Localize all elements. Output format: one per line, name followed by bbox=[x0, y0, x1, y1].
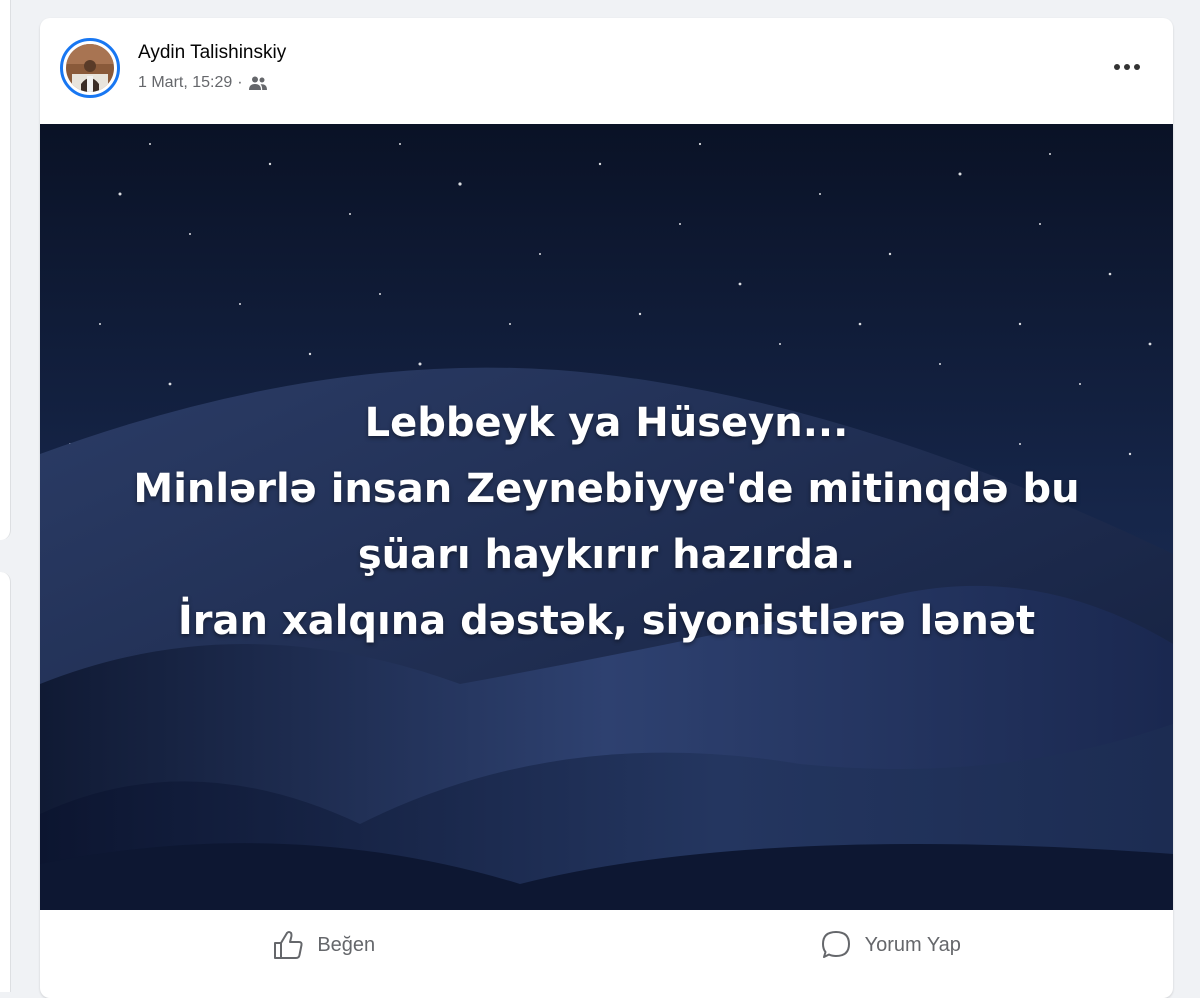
image-caption: Lebbeyk ya Hüseyn... Minlərlə insan Zeyn… bbox=[80, 390, 1133, 654]
author-name[interactable]: Aydin Talishinskiy bbox=[138, 42, 286, 64]
post-header: Aydin Talishinskiy 1 Mart, 15:29 · bbox=[40, 18, 1173, 124]
more-options-icon bbox=[1114, 64, 1140, 70]
like-label: Beğen bbox=[317, 933, 376, 956]
avatar[interactable] bbox=[60, 38, 120, 98]
comment-button[interactable]: Yorum Yap bbox=[607, 918, 1174, 972]
caption-line-2: Minlərlə insan Zeynebiyye'de mitinqdə bu bbox=[133, 466, 1080, 512]
more-options-button[interactable] bbox=[1107, 52, 1147, 82]
avatar-photo bbox=[66, 44, 114, 92]
meta-separator: · bbox=[237, 74, 243, 91]
adjacent-panel-top bbox=[0, 0, 11, 540]
post-image[interactable]: Lebbeyk ya Hüseyn... Minlərlə insan Zeyn… bbox=[40, 124, 1173, 910]
post-actions-bar: Beğen Yorum Yap bbox=[40, 910, 1173, 980]
comment-bubble-icon bbox=[819, 928, 853, 962]
caption-line-1: Lebbeyk ya Hüseyn... bbox=[364, 400, 849, 446]
comment-label: Yorum Yap bbox=[864, 933, 961, 956]
friends-icon[interactable] bbox=[248, 75, 268, 91]
post-card: Aydin Talishinskiy 1 Mart, 15:29 · Lebbe… bbox=[40, 18, 1173, 998]
caption-line-4: İran xalqına dəstək, siyonistlərə lənət bbox=[177, 598, 1036, 644]
caption-line-3: şüarı haykırır hazırda. bbox=[357, 532, 856, 578]
adjacent-panel-bottom bbox=[0, 572, 11, 992]
post-timestamp[interactable]: 1 Mart, 15:29 bbox=[138, 74, 232, 92]
post-meta: 1 Mart, 15:29 · bbox=[138, 74, 268, 92]
thumbs-up-icon bbox=[271, 928, 305, 962]
like-button[interactable]: Beğen bbox=[40, 918, 607, 972]
